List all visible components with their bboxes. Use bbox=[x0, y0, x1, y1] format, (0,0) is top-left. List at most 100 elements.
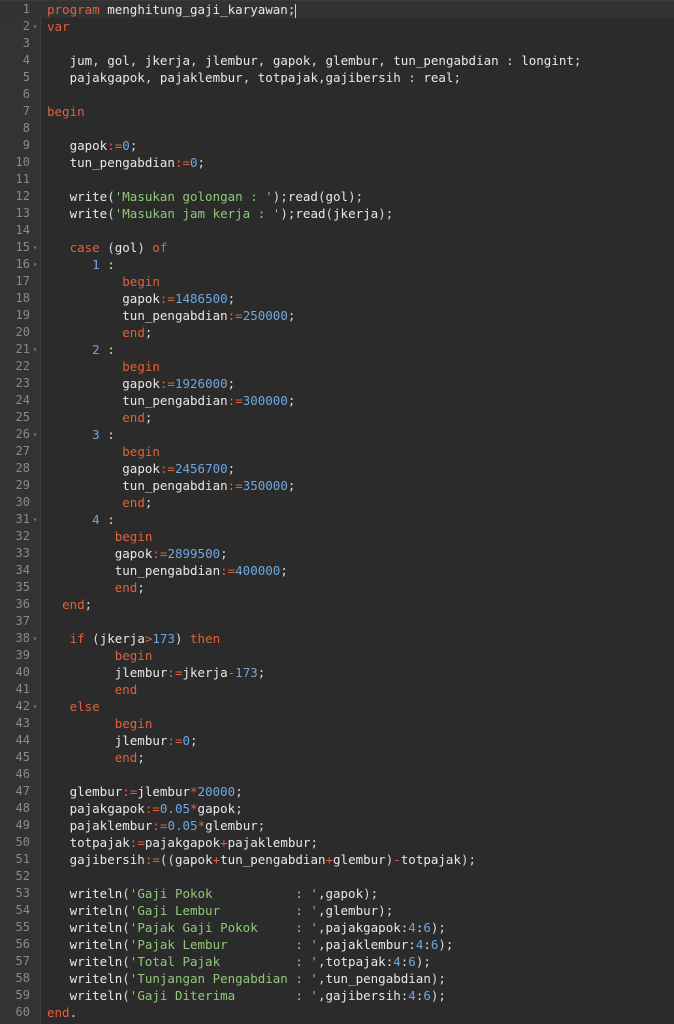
code-line[interactable]: 24 tun_pengabdian:=300000; bbox=[0, 392, 674, 409]
code-line[interactable]: 1 program menghitung_gaji_karyawan; bbox=[0, 1, 674, 18]
code-line[interactable]: 55 writeln('Pajak Gaji Pokok : ',pajakga… bbox=[0, 919, 674, 936]
code-line[interactable]: 57 writeln('Total Pajak : ',totpajak:4:6… bbox=[0, 953, 674, 970]
token-punctuation: ( bbox=[122, 971, 130, 986]
code-line[interactable]: 36 end; bbox=[0, 596, 674, 613]
code-line[interactable]: 5 pajakgapok, pajaklembur, totpajak,gaji… bbox=[0, 69, 674, 86]
code-text: tun_pengabdian:=350000; bbox=[47, 477, 674, 494]
fold-toggle-icon[interactable]: ▾ bbox=[31, 511, 39, 528]
code-line[interactable]: 48 pajakgapok:=0.05*gapok; bbox=[0, 800, 674, 817]
code-line[interactable]: 12 write('Masukan golongan : ');read(gol… bbox=[0, 188, 674, 205]
token-string-literal: 'Pajak Gaji Pokok : ' bbox=[129, 920, 318, 935]
code-line[interactable]: 25 end; bbox=[0, 409, 674, 426]
code-line[interactable]: 17 begin bbox=[0, 273, 674, 290]
fold-toggle-icon[interactable]: ▾ bbox=[31, 256, 39, 273]
code-line[interactable]: 37 bbox=[0, 613, 674, 630]
line-number: 33 bbox=[15, 546, 30, 560]
token-number-literal: 400000 bbox=[235, 563, 281, 578]
fold-toggle-icon[interactable]: ▾ bbox=[31, 341, 39, 358]
code-line[interactable]: 16 ▾ 1 : bbox=[0, 256, 674, 273]
code-line[interactable]: 11 bbox=[0, 171, 674, 188]
fold-toggle-icon[interactable]: ▾ bbox=[31, 630, 39, 647]
code-line[interactable]: 40 jlembur:=jkerja-173; bbox=[0, 664, 674, 681]
line-number: 9 bbox=[22, 138, 30, 152]
code-line[interactable]: 28 gapok:=2456700; bbox=[0, 460, 674, 477]
code-text: var bbox=[47, 18, 674, 35]
code-line[interactable]: 41 end bbox=[0, 681, 674, 698]
code-line[interactable]: 44 jlembur:=0; bbox=[0, 732, 674, 749]
code-line[interactable]: 9 gapok:=0; bbox=[0, 137, 674, 154]
code-line[interactable]: 52 bbox=[0, 868, 674, 885]
code-line[interactable]: 59 writeln('Gaji Diterima : ',gajibersih… bbox=[0, 987, 674, 1004]
token-identifier: gapok bbox=[122, 376, 160, 391]
code-line[interactable]: 14 bbox=[0, 222, 674, 239]
code-line[interactable]: 60 end. bbox=[0, 1004, 674, 1021]
code-line[interactable]: 38 ▾ if (jkerja>173) then bbox=[0, 630, 674, 647]
code-line[interactable]: 56 writeln('Pajak Lembur : ',pajaklembur… bbox=[0, 936, 674, 953]
code-line[interactable]: 30 end; bbox=[0, 494, 674, 511]
code-line[interactable]: 45 end; bbox=[0, 749, 674, 766]
token-operator: := bbox=[144, 801, 160, 816]
token-identifier: jkerja bbox=[99, 631, 145, 646]
code-line[interactable]: 2 ▾ var bbox=[0, 18, 674, 35]
code-line[interactable]: 50 totpajak:=pajakgapok+pajaklembur; bbox=[0, 834, 674, 851]
token-punctuation: , bbox=[242, 70, 258, 85]
code-line[interactable]: 10 tun_pengabdian:=0; bbox=[0, 154, 674, 171]
token-identifier: writeln bbox=[69, 903, 123, 918]
code-line[interactable]: 54 writeln('Gaji Lembur : ',glembur); bbox=[0, 902, 674, 919]
code-line[interactable]: 13 write('Masukan jam kerja : ');read(jk… bbox=[0, 205, 674, 222]
code-line[interactable]: 46 bbox=[0, 766, 674, 783]
token-keyword: begin bbox=[114, 716, 153, 731]
token-punctuation: , bbox=[129, 53, 145, 68]
code-line[interactable]: 29 tun_pengabdian:=350000; bbox=[0, 477, 674, 494]
code-line[interactable]: 31 ▾ 4 : bbox=[0, 511, 674, 528]
code-text: gapok:=1926000; bbox=[47, 375, 674, 392]
code-line[interactable]: 35 end; bbox=[0, 579, 674, 596]
code-line[interactable]: 43 begin bbox=[0, 715, 674, 732]
text-caret bbox=[295, 3, 297, 18]
line-number: 38 bbox=[15, 631, 30, 645]
fold-toggle-icon[interactable]: ▾ bbox=[31, 18, 39, 35]
token-punctuation: ( bbox=[107, 189, 115, 204]
fold-toggle-icon[interactable]: ▾ bbox=[31, 239, 39, 256]
token-punctuation: ; bbox=[129, 138, 138, 153]
code-text: begin bbox=[47, 443, 674, 460]
token-string-literal: 'Pajak Lembur : ' bbox=[129, 937, 318, 952]
code-line[interactable]: 49 pajaklembur:=0.05*glembur; bbox=[0, 817, 674, 834]
code-line[interactable]: 39 begin bbox=[0, 647, 674, 664]
code-text: tun_pengabdian:=0; bbox=[47, 154, 674, 171]
code-line[interactable]: 58 writeln('Tunjangan Pengabdian : ',tun… bbox=[0, 970, 674, 987]
token-keyword: of bbox=[152, 240, 168, 255]
code-line[interactable]: 15 ▾ case (gol) of bbox=[0, 239, 674, 256]
code-line[interactable]: 51 gajibersih:=((gapok+tun_pengabdian+gl… bbox=[0, 851, 674, 868]
code-line[interactable]: 19 tun_pengabdian:=250000; bbox=[0, 307, 674, 324]
token-punctuation: ( bbox=[99, 240, 115, 255]
token-punctuation: ); bbox=[272, 189, 288, 204]
fold-toggle-icon[interactable]: ▾ bbox=[31, 698, 39, 715]
code-line[interactable]: 18 gapok:=1486500; bbox=[0, 290, 674, 307]
code-line[interactable]: 3 bbox=[0, 35, 674, 52]
fold-toggle-icon[interactable]: ▾ bbox=[31, 426, 39, 443]
line-number: 28 bbox=[15, 461, 30, 475]
code-line[interactable]: 33 gapok:=2899500; bbox=[0, 545, 674, 562]
token-identifier: glembur bbox=[333, 852, 386, 867]
code-line[interactable]: 6 bbox=[0, 86, 674, 103]
token-number-literal: 0 bbox=[122, 138, 130, 153]
code-line[interactable]: 22 begin bbox=[0, 358, 674, 375]
code-line[interactable]: 42 ▾ else bbox=[0, 698, 674, 715]
code-line[interactable]: 47 glembur:=jlembur*20000; bbox=[0, 783, 674, 800]
code-area[interactable]: 1 program menghitung_gaji_karyawan; 2 ▾ var 3… bbox=[0, 1, 674, 1021]
code-line[interactable]: 27 begin bbox=[0, 443, 674, 460]
code-line[interactable]: 21 ▾ 2 : bbox=[0, 341, 674, 358]
code-line[interactable]: 34 tun_pengabdian:=400000; bbox=[0, 562, 674, 579]
code-line[interactable]: 32 begin bbox=[0, 528, 674, 545]
code-line[interactable]: 4 jum, gol, jkerja, jlembur, gapok, glem… bbox=[0, 52, 674, 69]
code-editor[interactable]: 1 program menghitung_gaji_karyawan; 2 ▾ var 3… bbox=[0, 0, 674, 1024]
code-line[interactable]: 8 bbox=[0, 120, 674, 137]
code-line[interactable]: 53 writeln('Gaji Pokok : ',gapok); bbox=[0, 885, 674, 902]
line-number: 6 bbox=[22, 87, 30, 101]
code-line[interactable]: 20 end; bbox=[0, 324, 674, 341]
line-number: 2 bbox=[22, 19, 30, 33]
code-line[interactable]: 26 ▾ 3 : bbox=[0, 426, 674, 443]
code-line[interactable]: 23 gapok:=1926000; bbox=[0, 375, 674, 392]
code-line[interactable]: 7 begin bbox=[0, 103, 674, 120]
